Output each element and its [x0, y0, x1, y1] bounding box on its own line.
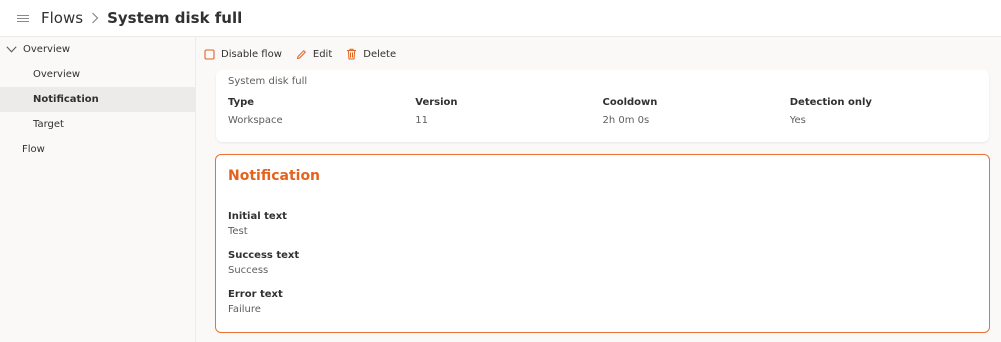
property-cooldown: Cooldown 2h 0m 0s — [603, 97, 790, 126]
property-detection-only: Detection only Yes — [790, 97, 977, 126]
sidebar-item-target[interactable]: Target — [0, 112, 195, 137]
command-toolbar: Disable flow Edit Delete — [204, 43, 396, 65]
edit-label: Edit — [312, 48, 333, 60]
sidebar-nav: Overview Overview Notification Target Fl… — [0, 37, 196, 342]
page-title: System disk full — [107, 9, 243, 27]
flow-properties: Type Workspace Version 11 Cooldown 2h 0m… — [228, 97, 977, 126]
sidebar-item-label: Target — [33, 119, 64, 130]
chevron-right-icon — [91, 12, 99, 24]
pencil-icon — [296, 49, 307, 60]
flow-summary-card: System disk full Type Workspace Version … — [216, 70, 989, 142]
disable-flow-button[interactable]: Disable flow — [204, 49, 282, 60]
breadcrumb-flows[interactable]: Flows — [41, 9, 83, 27]
top-bar: Flows System disk full — [0, 0, 1001, 37]
property-label: Type — [228, 97, 255, 108]
sidebar-item-overview[interactable]: Overview — [0, 62, 195, 87]
hamburger-icon[interactable] — [17, 14, 29, 22]
field-success-text: Success text Success — [228, 250, 299, 276]
sidebar-item-label: Notification — [33, 94, 99, 105]
flow-description: System disk full — [228, 76, 308, 87]
field-value: Failure — [228, 304, 261, 315]
field-initial-text: Initial text Test — [228, 211, 287, 237]
square-icon — [204, 48, 215, 60]
edit-button[interactable]: Edit — [296, 49, 332, 60]
property-label: Version — [415, 97, 458, 108]
sidebar-group-label: Overview — [23, 44, 71, 55]
property-version: Version 11 — [415, 97, 602, 126]
chevron-down-icon — [6, 46, 17, 53]
disable-flow-label: Disable flow — [221, 48, 282, 60]
notification-title: Notification — [228, 168, 321, 184]
field-label: Success text — [228, 250, 300, 261]
property-label: Cooldown — [602, 97, 658, 108]
property-value: Yes — [789, 115, 806, 126]
field-value: Test — [228, 226, 248, 237]
property-type: Type Workspace — [228, 97, 415, 126]
notification-card: Notification Initial text Test Success t… — [215, 154, 990, 333]
field-value: Success — [228, 265, 269, 276]
delete-button[interactable]: Delete — [346, 48, 396, 60]
property-value: 11 — [415, 115, 428, 126]
sidebar-item-label: Overview — [33, 69, 81, 80]
field-error-text: Error text Failure — [228, 289, 283, 315]
sidebar-item-label: Flow — [22, 144, 45, 155]
sidebar-item-flow[interactable]: Flow — [0, 137, 195, 162]
sidebar-group-overview[interactable]: Overview — [0, 37, 195, 62]
delete-label: Delete — [363, 48, 397, 60]
field-label: Initial text — [228, 211, 287, 222]
property-label: Detection only — [789, 97, 872, 108]
sidebar-item-notification[interactable]: Notification — [0, 87, 195, 112]
property-value: 2h 0m 0s — [602, 115, 650, 126]
field-label: Error text — [228, 289, 283, 300]
property-value: Workspace — [228, 115, 283, 126]
trash-icon — [346, 48, 357, 60]
